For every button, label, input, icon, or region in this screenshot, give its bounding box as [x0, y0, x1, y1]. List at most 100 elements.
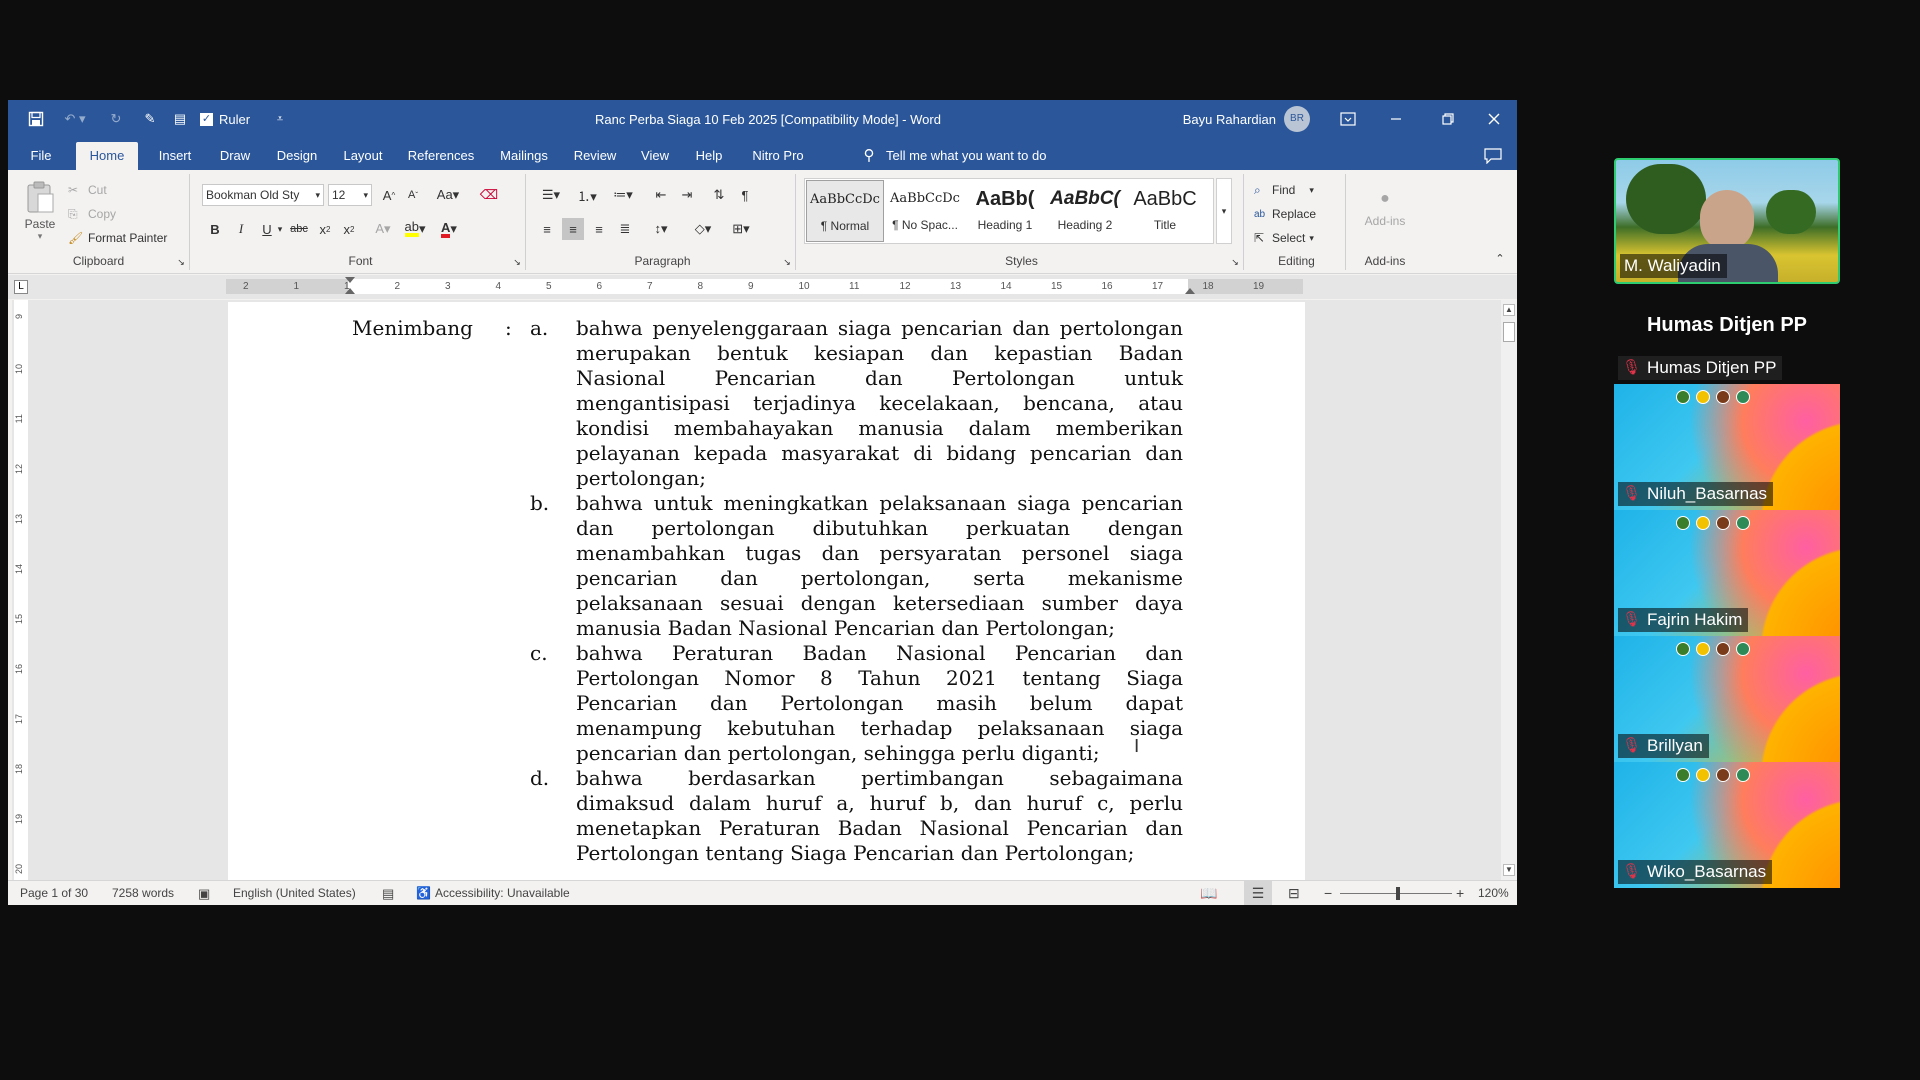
style-heading-2[interactable]: AaBbC( Heading 2 — [1046, 180, 1124, 242]
addins-button[interactable]: ● Add-ins — [1358, 184, 1412, 234]
participant-tile[interactable]: 🎙 Niluh_Basarnas — [1614, 384, 1840, 510]
tab-file[interactable]: File — [22, 142, 60, 170]
track-changes-icon[interactable]: ▤ — [382, 881, 394, 905]
paste-button[interactable]: Paste ▾ — [22, 180, 58, 242]
font-launcher-icon[interactable]: ↘ — [511, 256, 523, 268]
subscript-icon[interactable]: x2 — [314, 218, 336, 240]
audio-only-tile[interactable]: Humas Ditjen PP 🎙 Humas Ditjen PP — [1614, 284, 1840, 384]
borders-icon[interactable]: ⊞▾ — [726, 218, 756, 240]
style-title[interactable]: AaBbC Title — [1126, 180, 1204, 242]
line-spacing-icon[interactable]: ↕▾ — [646, 218, 676, 240]
tab-nitro-pro[interactable]: Nitro Pro — [742, 142, 814, 170]
vertical-scrollbar[interactable]: ▲ ▼ — [1501, 300, 1517, 880]
close-icon[interactable] — [1471, 100, 1517, 138]
paste-dropdown-icon[interactable]: ▾ — [38, 231, 43, 242]
participant-tile[interactable]: 🎙 Brillyan — [1614, 636, 1840, 762]
select-button[interactable]: ⇱ Select ▾ — [1254, 228, 1314, 248]
tab-design[interactable]: Design — [270, 142, 324, 170]
style-normal[interactable]: AaBbCcDc ¶ Normal — [806, 180, 884, 242]
page-count[interactable]: Page 1 of 30 — [20, 881, 88, 905]
web-layout-icon[interactable]: ⊟ — [1288, 881, 1300, 905]
change-case-icon[interactable]: Aa▾ — [432, 184, 464, 206]
ribbon-display-options-icon[interactable] — [1328, 100, 1368, 138]
increase-indent-icon[interactable]: ⇥ — [676, 184, 698, 206]
read-mode-icon[interactable]: 📖 — [1200, 881, 1217, 905]
clear-formatting-icon[interactable]: ⌫ — [478, 184, 500, 206]
redo-icon[interactable]: ↻ — [106, 100, 126, 138]
zoom-level[interactable]: 120% — [1478, 881, 1509, 905]
minimize-icon[interactable] — [1373, 100, 1419, 138]
ruler-checkbox[interactable]: ✓ Ruler — [200, 100, 270, 138]
right-indent-marker[interactable] — [1185, 288, 1195, 294]
proofing-icon[interactable]: ▣ — [198, 881, 210, 905]
cut-button[interactable]: ✂ Cut — [68, 180, 107, 200]
participant-tile[interactable]: 🎙 Wiko_Basarnas — [1614, 762, 1840, 888]
sort-icon[interactable]: ⇅ — [708, 184, 730, 206]
scroll-up-icon[interactable]: ▲ — [1503, 304, 1515, 316]
tab-review[interactable]: Review — [568, 142, 622, 170]
first-line-indent-marker[interactable] — [345, 277, 355, 283]
font-color-icon[interactable]: A ▾ — [434, 218, 464, 240]
paragraph-launcher-icon[interactable]: ↘ — [781, 256, 793, 268]
participant-tile[interactable]: 🎙 Fajrin Hakim — [1614, 510, 1840, 636]
justify-icon[interactable]: ≣ — [614, 218, 636, 240]
replace-button[interactable]: ab Replace — [1254, 204, 1316, 224]
grow-font-icon[interactable]: A ^ — [378, 184, 400, 206]
numbering-icon[interactable]: ⒈▾ — [572, 184, 602, 206]
tab-mailings[interactable]: Mailings — [492, 142, 556, 170]
strikethrough-icon[interactable]: abc — [288, 218, 310, 240]
hanging-indent-marker[interactable] — [345, 288, 355, 294]
align-center-icon[interactable]: ≡ — [562, 218, 584, 240]
scroll-thumb[interactable] — [1503, 322, 1515, 342]
styles-launcher-icon[interactable]: ↘ — [1229, 256, 1241, 268]
show-formatting-marks-icon[interactable]: ¶ — [734, 184, 756, 206]
zoom-in-button[interactable]: + — [1456, 881, 1464, 905]
clipboard-launcher-icon[interactable]: ↘ — [175, 256, 187, 268]
shading-icon[interactable]: ◇▾ — [688, 218, 718, 240]
scroll-down-icon[interactable]: ▼ — [1503, 864, 1515, 876]
tell-me-search[interactable]: Tell me what you want to do — [886, 142, 1106, 170]
undo-icon[interactable]: ↶ ▾ — [60, 100, 90, 138]
restore-icon[interactable] — [1425, 100, 1471, 138]
text-effects-icon[interactable]: A▾ — [368, 218, 398, 240]
italic-icon[interactable]: I — [230, 218, 252, 240]
document-page[interactable]: Menimbang : a. bahwa penyelenggaraan siag… — [228, 302, 1305, 880]
active-speaker-tile[interactable]: M. Waliyadin — [1614, 158, 1840, 284]
save-icon[interactable] — [24, 100, 48, 138]
accessibility-status[interactable]: ♿ Accessibility: Unavailable — [416, 881, 570, 905]
tab-help[interactable]: Help — [688, 142, 730, 170]
format-painter-button[interactable]: 🖌 Format Painter — [68, 228, 167, 248]
comments-icon[interactable] — [1478, 142, 1508, 170]
word-count[interactable]: 7258 words — [112, 881, 174, 905]
collapse-ribbon-icon[interactable]: ⌃ — [1492, 250, 1508, 266]
tab-layout[interactable]: Layout — [336, 142, 390, 170]
draw-table-icon[interactable]: ✎ — [138, 100, 162, 138]
tab-insert[interactable]: Insert — [150, 142, 200, 170]
horizontal-ruler[interactable]: L 2 1 1 2 3 4 5 6 7 8 9 10 11 12 13 14 15 16 17 18 19 — [8, 275, 1517, 299]
clipboard-icon[interactable]: ▤ — [168, 100, 192, 138]
language[interactable]: English (United States) — [233, 881, 356, 905]
find-button[interactable]: ⌕ Find ▾ — [1254, 180, 1314, 200]
bullets-icon[interactable]: ☰▾ — [536, 184, 566, 206]
user-avatar[interactable]: BR — [1282, 100, 1312, 138]
tab-references[interactable]: References — [402, 142, 480, 170]
tab-selector-icon[interactable]: L — [14, 280, 28, 294]
superscript-icon[interactable]: x2 — [338, 218, 360, 240]
zoom-slider-thumb[interactable] — [1396, 887, 1400, 900]
bold-icon[interactable]: B — [204, 218, 226, 240]
tab-view[interactable]: View — [634, 142, 676, 170]
align-left-icon[interactable]: ≡ — [536, 218, 558, 240]
style-no-spacing[interactable]: AaBbCcDc ¶ No Spac... — [886, 180, 964, 242]
copy-button[interactable]: ⎘ Copy — [68, 204, 116, 224]
print-layout-icon[interactable]: ☰ — [1244, 881, 1272, 905]
align-right-icon[interactable]: ≡ — [588, 218, 610, 240]
shrink-font-icon[interactable]: Aˇ — [402, 184, 424, 206]
customize-qat-icon[interactable]: ⩡ — [270, 100, 290, 138]
highlight-color-icon[interactable]: ab ▾ — [400, 218, 430, 240]
font-size-select[interactable]: 12 ▾ — [328, 184, 372, 206]
styles-more-icon[interactable]: ▾ — [1216, 178, 1232, 244]
vertical-ruler[interactable]: 9 10 11 12 13 14 15 16 17 18 19 20 — [12, 300, 30, 880]
style-heading-1[interactable]: AaBb( Heading 1 — [966, 180, 1044, 242]
font-name-select[interactable]: Bookman Old Sty ▾ — [202, 184, 324, 206]
tab-home[interactable]: Home — [76, 142, 138, 170]
